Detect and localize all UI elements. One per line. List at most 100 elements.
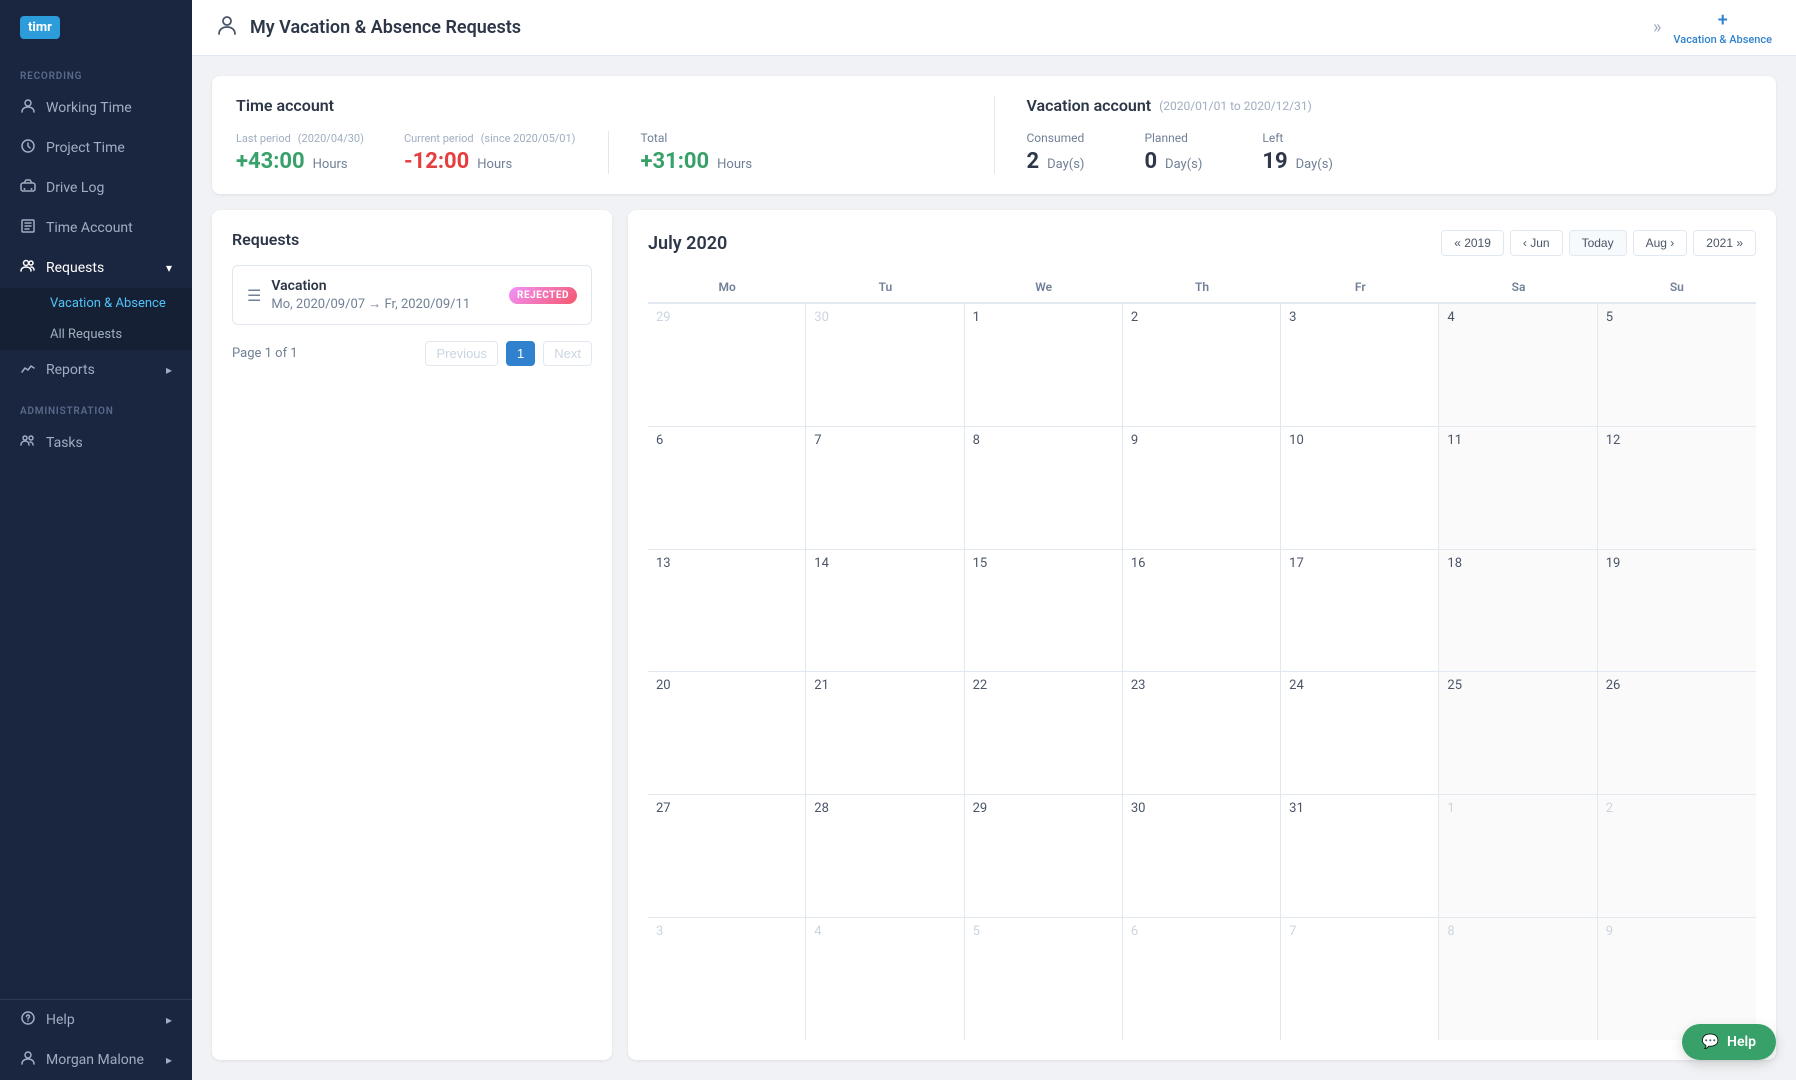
request-menu-icon[interactable]: ☰ bbox=[247, 286, 261, 305]
expand-icon[interactable]: » bbox=[1653, 17, 1661, 38]
calendar-day[interactable]: 8 bbox=[965, 426, 1123, 549]
calendar-day[interactable]: 6 bbox=[648, 426, 806, 549]
planned-value: 0 Day(s) bbox=[1144, 149, 1202, 174]
user-chevron-icon: ▸ bbox=[166, 1053, 172, 1067]
calendar-day[interactable]: 18 bbox=[1439, 549, 1597, 672]
calendar-day[interactable]: 10 bbox=[1281, 426, 1439, 549]
previous-button[interactable]: Previous bbox=[425, 341, 498, 366]
time-account-title: Time account bbox=[236, 96, 962, 115]
time-account-body: Last period (2020/04/30) +43:00 Hours Cu… bbox=[236, 131, 962, 174]
help-button-label: Help bbox=[1727, 1034, 1756, 1050]
total-label: Total bbox=[641, 131, 753, 145]
next-month-button[interactable]: Aug › bbox=[1633, 230, 1688, 256]
sidebar-item-help-label: Help bbox=[46, 1012, 75, 1028]
sidebar-item-requests[interactable]: Requests ▾ bbox=[0, 248, 192, 288]
reports-chevron-icon: ▸ bbox=[166, 363, 172, 377]
calendar-day[interactable]: 23 bbox=[1123, 671, 1281, 794]
calendar-day[interactable]: 30 bbox=[1123, 794, 1281, 917]
calendar-day[interactable]: 5 bbox=[1598, 303, 1756, 426]
sidebar-item-tasks[interactable]: Tasks bbox=[0, 423, 192, 463]
requests-icon bbox=[20, 258, 36, 278]
calendar-day[interactable]: 20 bbox=[648, 671, 806, 794]
request-item: ☰ Vacation Mo, 2020/09/07 → Fr, 2020/09/… bbox=[232, 265, 592, 325]
sidebar-item-working-time[interactable]: Working Time bbox=[0, 88, 192, 128]
calendar-day[interactable]: 25 bbox=[1439, 671, 1597, 794]
requests-panel: Requests ☰ Vacation Mo, 2020/09/07 → Fr,… bbox=[212, 210, 612, 1060]
prev-year-button[interactable]: « 2019 bbox=[1441, 230, 1504, 256]
calendar-day[interactable]: 24 bbox=[1281, 671, 1439, 794]
page-header: My Vacation & Absence Requests » + Vacat… bbox=[192, 0, 1796, 56]
calendar-day[interactable]: 15 bbox=[965, 549, 1123, 672]
calendar-day[interactable]: 7 bbox=[1281, 917, 1439, 1040]
sidebar-item-project-time[interactable]: Project Time bbox=[0, 128, 192, 168]
user-icon bbox=[20, 1050, 36, 1070]
sidebar-item-reports[interactable]: Reports ▸ bbox=[0, 350, 192, 390]
sidebar-item-vacation-absence[interactable]: Vacation & Absence bbox=[0, 288, 192, 319]
calendar-day[interactable]: 26 bbox=[1598, 671, 1756, 794]
calendar-day[interactable]: 17 bbox=[1281, 549, 1439, 672]
consumed-value: 2 Day(s) bbox=[1027, 149, 1085, 174]
vacation-account-title: Vacation account bbox=[1027, 96, 1152, 115]
sidebar-item-drive-log[interactable]: Drive Log bbox=[0, 168, 192, 208]
current-period-label: Current period (since 2020/05/01) bbox=[404, 131, 576, 145]
sidebar-item-project-time-label: Project Time bbox=[46, 140, 125, 156]
calendar-day[interactable]: 19 bbox=[1598, 549, 1756, 672]
calendar-day[interactable]: 28 bbox=[806, 794, 964, 917]
sidebar-item-help[interactable]: Help ▸ bbox=[0, 1000, 192, 1040]
calendar-day[interactable]: 12 bbox=[1598, 426, 1756, 549]
sidebar: timr RECORDING Working Time Project Time… bbox=[0, 0, 192, 1080]
next-button[interactable]: Next bbox=[543, 341, 592, 366]
calendar-day[interactable]: 21 bbox=[806, 671, 964, 794]
calendar-day[interactable]: 7 bbox=[806, 426, 964, 549]
sidebar-item-tasks-label: Tasks bbox=[46, 435, 83, 451]
calendar-day[interactable]: 9 bbox=[1598, 917, 1756, 1040]
calendar-day[interactable]: 4 bbox=[806, 917, 964, 1040]
calendar-day[interactable]: 16 bbox=[1123, 549, 1281, 672]
help-button-icon: 💬 bbox=[1702, 1034, 1719, 1050]
logo[interactable]: timr bbox=[0, 0, 192, 55]
calendar-day[interactable]: 2 bbox=[1123, 303, 1281, 426]
main-content: My Vacation & Absence Requests » + Vacat… bbox=[192, 0, 1796, 1080]
calendar-day[interactable]: 31 bbox=[1281, 794, 1439, 917]
calendar-panel: July 2020 « 2019 ‹ Jun Today Aug › 2021 … bbox=[628, 210, 1776, 1060]
sidebar-item-time-account-label: Time Account bbox=[46, 220, 133, 236]
calendar-day[interactable]: 11 bbox=[1439, 426, 1597, 549]
calendar-day[interactable]: 30 bbox=[806, 303, 964, 426]
calendar-day[interactable]: 13 bbox=[648, 549, 806, 672]
requests-title: Requests bbox=[232, 230, 592, 249]
calendar-day[interactable]: 2 bbox=[1598, 794, 1756, 917]
calendar-day[interactable]: 5 bbox=[965, 917, 1123, 1040]
last-period-value: +43:00 Hours bbox=[236, 149, 364, 174]
status-badge: REJECTED bbox=[509, 287, 577, 304]
calendar-day[interactable]: 3 bbox=[648, 917, 806, 1040]
sidebar-footer: Help ▸ Morgan Malone ▸ bbox=[0, 999, 192, 1080]
page-header-icon bbox=[216, 14, 238, 41]
calendar-day[interactable]: 8 bbox=[1439, 917, 1597, 1040]
recording-section-label: RECORDING bbox=[0, 55, 192, 88]
calendar-day[interactable]: 29 bbox=[965, 794, 1123, 917]
calendar-day[interactable]: 1 bbox=[965, 303, 1123, 426]
calendar-day[interactable]: 27 bbox=[648, 794, 806, 917]
calendar-day[interactable]: 9 bbox=[1123, 426, 1281, 549]
current-page-button[interactable]: 1 bbox=[506, 341, 535, 366]
weekday-sa: Sa bbox=[1439, 272, 1597, 302]
next-year-button[interactable]: 2021 » bbox=[1693, 230, 1756, 256]
calendar-day[interactable]: 22 bbox=[965, 671, 1123, 794]
calendar-day[interactable]: 29 bbox=[648, 303, 806, 426]
prev-month-button[interactable]: ‹ Jun bbox=[1510, 230, 1563, 256]
today-button[interactable]: Today bbox=[1569, 230, 1627, 256]
sidebar-item-all-requests[interactable]: All Requests bbox=[0, 319, 192, 350]
page-title: My Vacation & Absence Requests bbox=[250, 17, 1641, 38]
working-time-icon bbox=[20, 98, 36, 118]
sidebar-item-user[interactable]: Morgan Malone ▸ bbox=[0, 1040, 192, 1080]
header-actions: » + Vacation & Absence bbox=[1653, 10, 1772, 46]
calendar-day[interactable]: 14 bbox=[806, 549, 964, 672]
calendar-day[interactable]: 3 bbox=[1281, 303, 1439, 426]
calendar-day[interactable]: 1 bbox=[1439, 794, 1597, 917]
sidebar-item-time-account[interactable]: Time Account bbox=[0, 208, 192, 248]
add-vacation-button[interactable]: + Vacation & Absence bbox=[1673, 10, 1772, 46]
calendar-days: 2930123456789101112131415161718192021222… bbox=[648, 303, 1756, 1040]
calendar-day[interactable]: 4 bbox=[1439, 303, 1597, 426]
calendar-day[interactable]: 6 bbox=[1123, 917, 1281, 1040]
help-button[interactable]: 💬 Help bbox=[1682, 1024, 1776, 1060]
